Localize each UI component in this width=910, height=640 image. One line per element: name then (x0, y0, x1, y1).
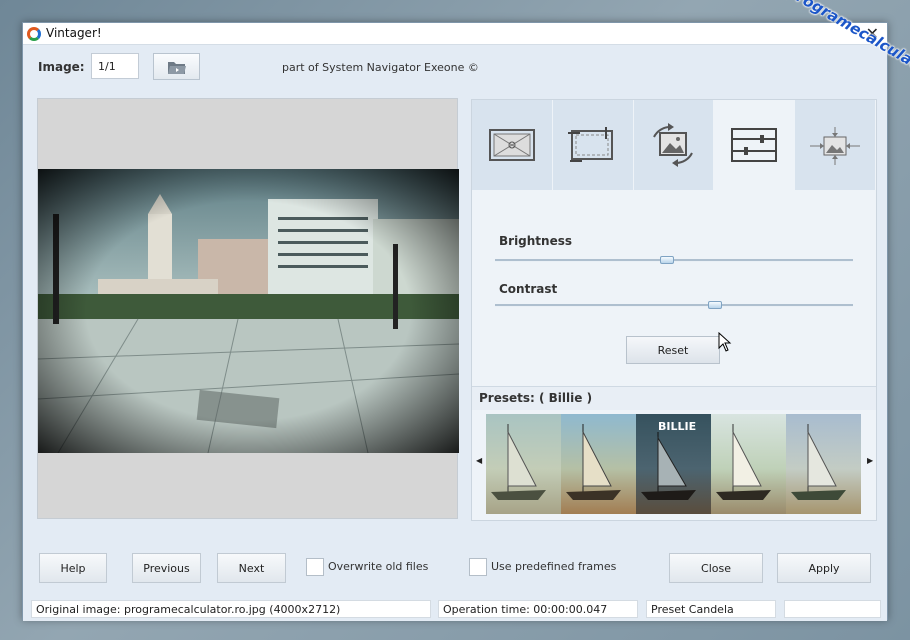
edit-panel: Brightness Contrast Reset Presets: ( Bil… (471, 99, 877, 521)
preset-4-thumbnail[interactable] (711, 414, 786, 514)
contrast-slider-thumb[interactable] (708, 301, 723, 309)
folder-icon (167, 61, 186, 74)
open-folder-button[interactable] (153, 53, 200, 80)
tab-rotate[interactable] (633, 100, 715, 190)
rotate-image-icon (653, 123, 694, 167)
tab-crop[interactable] (552, 100, 634, 190)
tab-adjust[interactable] (714, 100, 796, 190)
brightness-label: Brightness (499, 234, 573, 248)
contrast-slider[interactable] (495, 301, 853, 309)
vintager-window: Vintager! ✕ Image: 1/1 part of System Na… (22, 22, 888, 621)
predefined-frames-label: Use predefined frames (491, 560, 617, 573)
status-bar: Original image: programecalculator.ro.jp… (23, 597, 887, 621)
status-preset: Preset Candela (646, 600, 776, 618)
bottom-bar: Help Previous Next Overwrite old files U… (23, 543, 887, 593)
preset-5-thumbnail[interactable] (786, 414, 861, 514)
next-button[interactable]: Next (217, 553, 286, 583)
resize-icon (810, 127, 861, 165)
preset-2-thumbnail[interactable] (561, 414, 636, 514)
watermark-text: programecalculator.ro (784, 0, 910, 88)
image-label: Image: (38, 60, 85, 74)
predefined-frames-checkbox[interactable] (469, 558, 487, 576)
window-title: Vintager! (46, 26, 102, 40)
status-extra (784, 600, 881, 618)
tab-resize[interactable] (795, 100, 876, 190)
apply-button[interactable]: Apply (777, 553, 871, 583)
preset-billie-caption: BILLIE (658, 420, 697, 433)
contrast-label: Contrast (499, 282, 558, 296)
preset-1-thumbnail[interactable] (486, 414, 561, 514)
watermark: programecalculator.ro (746, 0, 910, 88)
mouse-cursor-icon (718, 332, 732, 352)
tab-frame[interactable] (472, 100, 553, 190)
sliders-icon (731, 128, 778, 162)
credit-text: part of System Navigator Exeone © (282, 61, 479, 74)
status-operation-time: Operation time: 00:00:00.047 (438, 600, 638, 618)
overwrite-checkbox[interactable] (306, 558, 324, 576)
previous-button[interactable]: Previous (132, 553, 201, 583)
presets-label: Presets: ( Billie ) (479, 391, 593, 405)
presets-header: Presets: ( Billie ) (472, 386, 876, 410)
status-original-image: Original image: programecalculator.ro.jp… (31, 600, 431, 618)
image-index-field[interactable]: 1/1 (91, 53, 139, 79)
frame-icon (488, 129, 535, 161)
preset-billie-thumbnail[interactable]: BILLIE (636, 414, 711, 514)
image-preview (37, 98, 459, 519)
overwrite-label: Overwrite old files (328, 560, 429, 573)
tool-tabs (472, 100, 876, 190)
reset-button[interactable]: Reset (626, 336, 720, 364)
preview-photo (38, 169, 459, 453)
presets-scroll-right-icon[interactable]: ▶ (867, 456, 873, 465)
help-button[interactable]: Help (39, 553, 107, 583)
brightness-slider[interactable] (495, 256, 853, 264)
brightness-slider-thumb[interactable] (660, 256, 675, 264)
close-button[interactable]: Close (669, 553, 763, 583)
crop-icon (567, 127, 613, 162)
app-icon (27, 27, 41, 41)
presets-scroll-left-icon[interactable]: ◀ (476, 456, 482, 465)
presets-strip: BILLIE (486, 414, 862, 514)
